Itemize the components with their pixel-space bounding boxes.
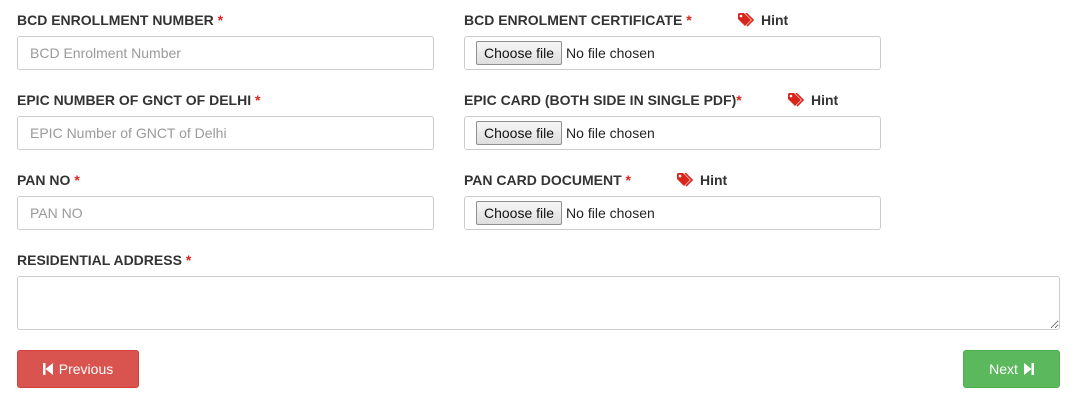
bcd-number-input[interactable] [17,36,434,70]
bcd-number-label-text: BCD ENROLLMENT NUMBER [17,12,214,28]
previous-label: Previous [58,361,114,377]
tags-icon [677,173,694,187]
required-marker: * [185,252,192,268]
epic-number-label-text: EPIC NUMBER OF GNCT OF DELHI [17,92,252,108]
epic-card-label: EPIC CARD (BOTH SIDE IN SINGLE PDF)* [464,92,742,108]
previous-button[interactable]: Previous [17,350,139,388]
pan-card-label-text: PAN CARD DOCUMENT [464,172,622,188]
next-button[interactable]: Next [963,350,1060,388]
next-label: Next [989,361,1018,377]
required-marker: * [686,12,692,28]
step-forward-icon [1023,363,1034,375]
bcd-certificate-file-field: Choose file No file chosen [464,36,881,70]
bcd-number-label: BCD ENROLLMENT NUMBER * [17,12,223,28]
hint-label: Hint [700,172,728,188]
residential-address-textarea[interactable] [17,276,1060,330]
pan-no-label-text: PAN NO [17,172,71,188]
bcd-certificate-label-text: BCD ENROLMENT CERTIFICATE [464,12,683,28]
file-status: No file chosen [566,125,655,141]
required-marker: * [736,92,742,108]
tags-icon [788,93,805,107]
epic-card-file-field: Choose file No file chosen [464,116,881,150]
file-status: No file chosen [566,45,655,61]
required-marker: * [217,12,224,28]
epic-number-input[interactable] [17,116,434,150]
pan-card-hint[interactable]: Hint [677,172,727,188]
hint-label: Hint [761,12,789,28]
epic-card-label-text: EPIC CARD (BOTH SIDE IN SINGLE PDF) [464,92,737,108]
file-status: No file chosen [566,205,655,221]
required-marker: * [74,172,80,188]
bcd-certificate-label: BCD ENROLMENT CERTIFICATE * [464,12,692,28]
residential-address-label-text: RESIDENTIAL ADDRESS [17,252,182,268]
required-marker: * [255,92,261,108]
pan-no-label: PAN NO * [17,172,80,188]
required-marker: * [625,172,631,188]
choose-file-button[interactable]: Choose file [476,121,563,145]
tags-icon [738,13,755,27]
bcd-certificate-hint[interactable]: Hint [738,12,788,28]
hint-label: Hint [811,92,839,108]
choose-file-button[interactable]: Choose file [476,201,563,225]
pan-no-input[interactable] [17,196,434,230]
pan-card-file-field: Choose file No file chosen [464,196,881,230]
epic-card-hint[interactable]: Hint [788,92,838,108]
residential-address-label: RESIDENTIAL ADDRESS * [17,252,191,268]
pan-card-label: PAN CARD DOCUMENT * [464,172,631,188]
epic-number-label: EPIC NUMBER OF GNCT OF DELHI * [17,92,260,108]
choose-file-button[interactable]: Choose file [476,41,563,65]
step-backward-icon [42,363,53,375]
